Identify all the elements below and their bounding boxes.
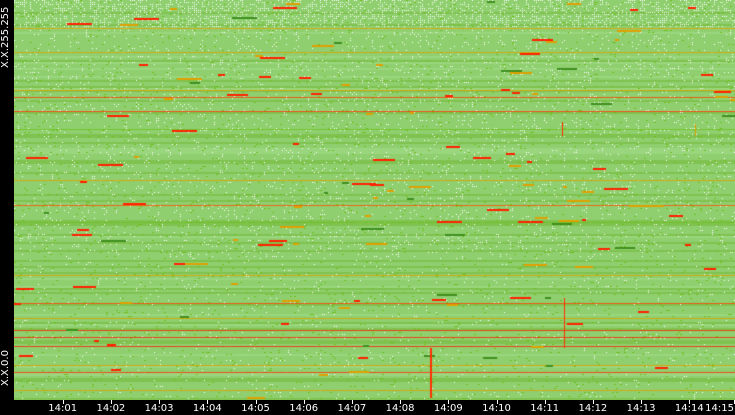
x-tick-label: 14:10 — [482, 403, 511, 414]
x-tick-label: 14:15 — [705, 403, 734, 414]
x-tick-label: 14:03 — [144, 403, 174, 414]
x-tick-label: 14:01 — [48, 403, 78, 414]
x-tick-label: 14:11 — [530, 403, 560, 414]
y-label-top: X.X.255.255 — [0, 6, 11, 68]
x-tick-label: 14:14 — [674, 403, 704, 414]
heatmap-plot[interactable] — [14, 0, 735, 400]
y-label-bottom: X.X.0.0 — [0, 350, 11, 386]
x-tick-label: 14:06 — [289, 403, 319, 414]
x-tick-label: 14:05 — [241, 403, 270, 414]
y-axis: X.X.255.255 X.X.0.0 — [0, 0, 14, 400]
x-tick-label: 14:02 — [96, 403, 126, 414]
x-tick-label: 14:09 — [433, 403, 463, 414]
x-tick-label: 14:12 — [578, 403, 608, 414]
x-tick-label: 14:04 — [192, 403, 222, 414]
x-axis: 14:01 14:02 14:03 14:04 14:05 14:06 14:07 14:08… — [0, 400, 735, 415]
x-tick-label: 14:13 — [626, 403, 656, 414]
x-tick-label: 14:07 — [337, 403, 367, 414]
x-tick-label: 14:08 — [385, 403, 415, 414]
